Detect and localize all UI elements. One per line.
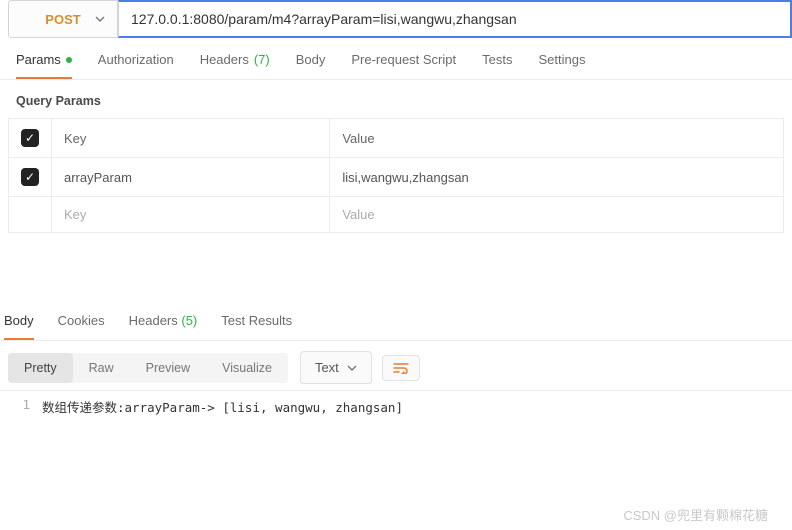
language-select[interactable]: Text: [300, 351, 372, 384]
resp-tab-headers[interactable]: Headers (5): [129, 313, 198, 340]
header-value: Value: [330, 119, 784, 158]
query-params-table: ✓ Key Value ✓ arrayParam lisi,wangwu,zha…: [8, 118, 784, 233]
line-number: 1: [0, 397, 42, 416]
params-active-dot-icon: [66, 57, 72, 63]
tab-headers[interactable]: Headers (7): [200, 52, 270, 79]
tab-settings[interactable]: Settings: [538, 52, 585, 79]
response-tabs: Body Cookies Headers (5) Test Results: [0, 303, 792, 341]
wrap-icon: [393, 362, 409, 374]
param-value-input[interactable]: Value: [330, 197, 784, 233]
preview-button[interactable]: Preview: [130, 353, 206, 383]
http-method-select[interactable]: POST: [8, 0, 118, 38]
tab-params[interactable]: Params: [16, 52, 72, 79]
tab-tests[interactable]: Tests: [482, 52, 512, 79]
raw-button[interactable]: Raw: [73, 353, 130, 383]
query-params-title: Query Params: [0, 80, 792, 118]
tab-authorization[interactable]: Authorization: [98, 52, 174, 79]
tab-body[interactable]: Body: [296, 52, 326, 79]
resp-tab-cookies[interactable]: Cookies: [58, 313, 105, 340]
checkbox-checked-icon: ✓: [21, 129, 39, 147]
chevron-down-icon: [347, 365, 357, 371]
wrap-lines-button[interactable]: [382, 355, 420, 381]
table-row-empty: Key Value: [9, 197, 784, 233]
resp-tab-body[interactable]: Body: [4, 313, 34, 340]
header-key: Key: [52, 119, 330, 158]
url-input[interactable]: [118, 0, 792, 38]
response-body-line: 1 数组传递参数:arrayParam-> [lisi, wangwu, zha…: [0, 390, 792, 422]
visualize-button[interactable]: Visualize: [206, 353, 288, 383]
pretty-button[interactable]: Pretty: [8, 353, 73, 383]
checkbox-checked-icon: ✓: [21, 168, 39, 186]
header-checkbox-col[interactable]: ✓: [9, 119, 52, 158]
param-value-cell[interactable]: lisi,wangwu,zhangsan: [330, 158, 784, 197]
response-body-text[interactable]: 数组传递参数:arrayParam-> [lisi, wangwu, zhang…: [42, 397, 403, 416]
row-checkbox[interactable]: ✓: [9, 158, 52, 197]
request-tabs: Params Authorization Headers (7) Body Pr…: [0, 38, 792, 80]
watermark: CSDN @兜里有颗棉花糖: [623, 505, 768, 524]
http-method-value: POST: [45, 12, 80, 27]
tab-pre-request[interactable]: Pre-request Script: [351, 52, 456, 79]
param-key-input[interactable]: Key: [52, 197, 330, 233]
chevron-down-icon: [95, 16, 105, 22]
view-mode-group: Pretty Raw Preview Visualize: [8, 353, 288, 383]
table-row: ✓ arrayParam lisi,wangwu,zhangsan: [9, 158, 784, 197]
param-key-cell[interactable]: arrayParam: [52, 158, 330, 197]
resp-tab-test-results[interactable]: Test Results: [221, 313, 292, 340]
response-toolbar: Pretty Raw Preview Visualize Text: [0, 341, 792, 390]
